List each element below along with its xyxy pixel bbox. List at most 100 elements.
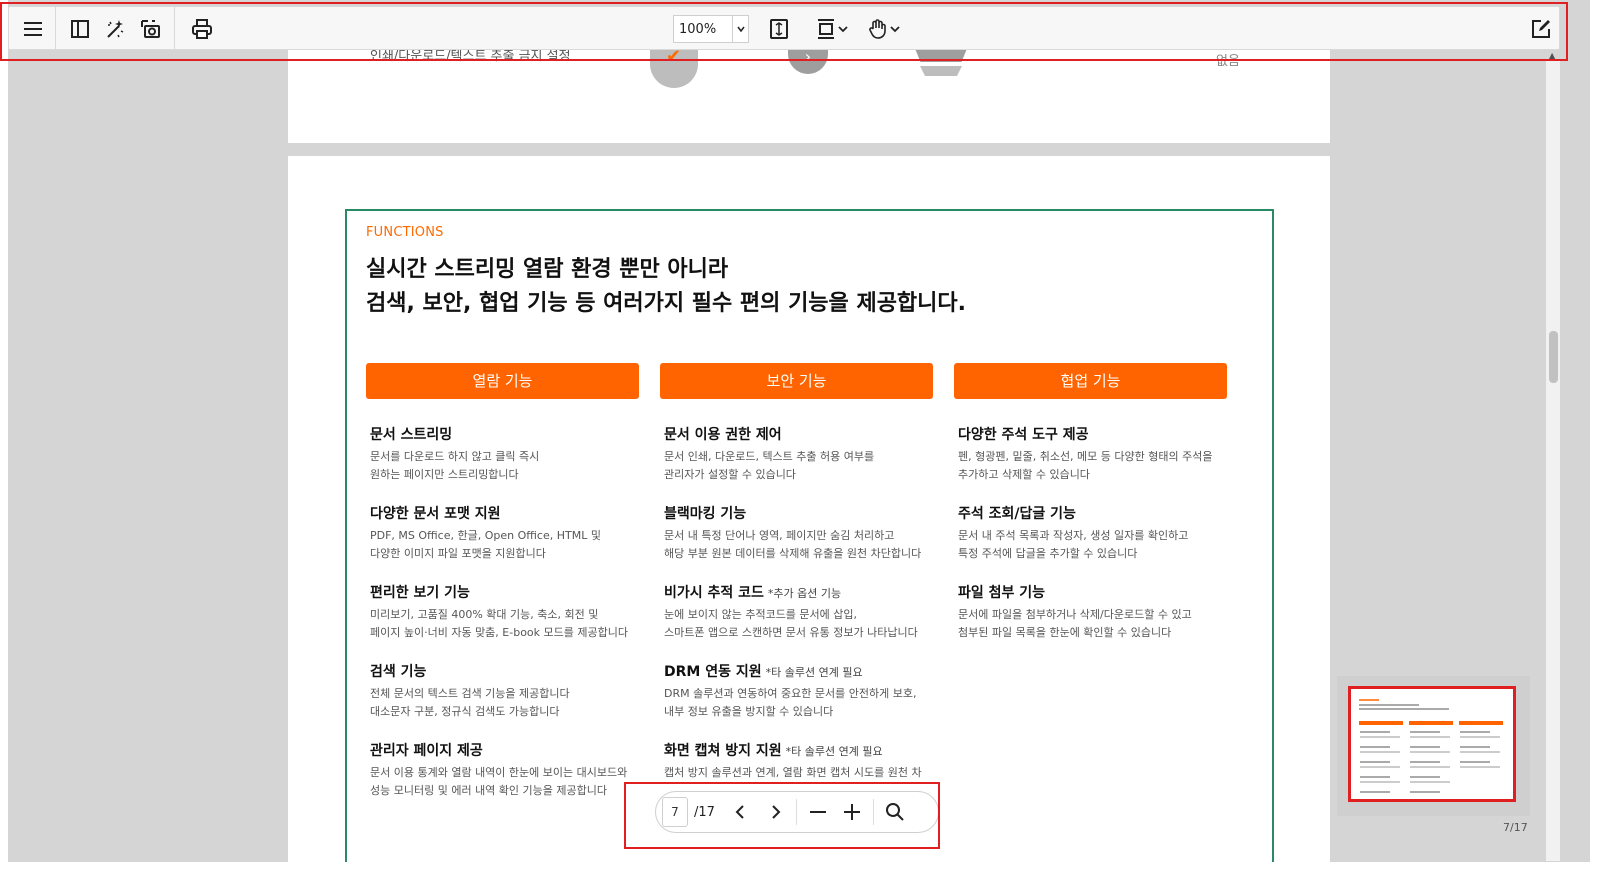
feature-title: 문서 스트리밍 bbox=[370, 424, 639, 444]
vertical-scrollbar[interactable] bbox=[1546, 61, 1560, 861]
previous-page-button[interactable] bbox=[724, 795, 758, 829]
edit-button[interactable] bbox=[1525, 13, 1557, 45]
divider bbox=[796, 799, 797, 825]
sidebar-toggle-button[interactable] bbox=[64, 13, 96, 45]
zoom-in-button[interactable] bbox=[835, 795, 869, 829]
feature-description-line: 문서 내 특정 단어나 영역, 페이지만 숨김 처리하고 bbox=[664, 529, 895, 542]
sidebar-panel-icon bbox=[71, 20, 89, 38]
feature-description: 문서에 파일을 첨부하거나 삭제/다운로드할 수 있고첨부된 파일 목록을 한눈… bbox=[958, 606, 1227, 642]
feature-description-line: 첨부된 파일 목록을 한눈에 확인할 수 있습니다 bbox=[958, 626, 1172, 639]
feature-title-text: 파일 첨부 기능 bbox=[958, 585, 1046, 601]
scroll-up-arrow-icon[interactable]: ▲ bbox=[1549, 51, 1555, 60]
fit-page-button[interactable] bbox=[763, 13, 795, 45]
column-security: 보안 기능 문서 이용 권한 제어문서 인쇄, 다운로드, 텍스트 추출 허용 … bbox=[660, 363, 933, 782]
chevron-down-icon bbox=[838, 26, 848, 33]
column-header: 보안 기능 bbox=[660, 363, 933, 399]
feature-title-text: 편리한 보기 기능 bbox=[370, 585, 470, 601]
feature-item: 주석 조회/답글 기능문서 내 주석 목록과 작성자, 생성 일자를 확인하고특… bbox=[958, 503, 1227, 563]
feature-title-text: 주석 조회/답글 기능 bbox=[958, 506, 1076, 522]
shield-check-icon: ✔ bbox=[650, 44, 698, 88]
feature-title: 화면 캡쳐 방지 지원 *타 솔루션 연계 필요 bbox=[664, 740, 933, 760]
feature-description: 문서를 다운로드 하지 않고 클릭 즉시 원하는 페이지만 스트리밍합니다 bbox=[370, 448, 639, 484]
feature-description: 문서 내 주석 목록과 작성자, 생성 일자를 확인하고특정 주석에 답글을 추… bbox=[958, 527, 1227, 563]
chevron-left-icon bbox=[735, 805, 744, 819]
feature-title: 편리한 보기 기능 bbox=[370, 582, 639, 602]
feature-item: 화면 캡쳐 방지 지원 *타 솔루션 연계 필요 캡처 방지 솔루션과 연계, 열람… bbox=[664, 740, 933, 782]
vertical-scroll-icon bbox=[818, 19, 834, 39]
feature-description-line: 문서 내 주석 목록과 작성자, 생성 일자를 확인하고 bbox=[958, 529, 1189, 542]
scrollbar-thumb[interactable] bbox=[1549, 331, 1558, 383]
search-icon bbox=[886, 803, 904, 821]
previous-page: 인쇄/다운로드/텍스트 추출 금지 설정 ✔ › 없음 bbox=[288, 40, 1330, 143]
section-label: FUNCTIONS bbox=[366, 225, 444, 240]
feature-description-line: 페이지 높이·너비 자동 맞춤, E-book 모드를 제공합니다 bbox=[370, 626, 628, 639]
print-button[interactable] bbox=[186, 13, 218, 45]
feature-description-line: 전체 문서의 텍스트 검색 기능을 제공합니다 bbox=[370, 687, 570, 700]
feature-description-line: 대소문자 구분, 정규식 검색도 가능합니다 bbox=[370, 705, 560, 718]
tray-icon bbox=[914, 46, 968, 78]
headline-line-2: 검색, 보안, 협업 기능 등 여러가지 필수 편의 기능을 제공합니다. bbox=[366, 291, 967, 316]
total-pages: /17 bbox=[694, 804, 715, 820]
feature-title-text: 문서 스트리밍 bbox=[370, 427, 453, 443]
page-number-input[interactable] bbox=[662, 797, 688, 827]
feature-description-line: 추가하고 삭제할 수 있습니다 bbox=[958, 468, 1090, 481]
feature-title: 비가시 추적 코드 *추가 옵션 기능 bbox=[664, 582, 933, 602]
chevron-down-icon[interactable] bbox=[732, 16, 748, 42]
search-button[interactable] bbox=[878, 795, 912, 829]
previous-page-right-text: 없음 bbox=[1216, 54, 1240, 69]
feature-title: 검색 기능 bbox=[370, 661, 639, 681]
zoom-value: 100% bbox=[679, 21, 717, 37]
feature-description: 눈에 보이지 않는 추적코드를 문서에 삽입, 스마트폰 앱으로 스캔하면 문서 … bbox=[664, 606, 933, 642]
hand-tool-button[interactable] bbox=[861, 13, 907, 45]
magic-wand-button[interactable] bbox=[99, 13, 131, 45]
divider bbox=[873, 799, 874, 825]
feature-description-line: 문서에 파일을 첨부하거나 삭제/다운로드할 수 있고 bbox=[958, 608, 1192, 621]
headline-line-1: 실시간 스트리밍 열람 환경 뿐만 아니라 bbox=[366, 257, 729, 282]
feature-description: 문서 인쇄, 다운로드, 텍스트 추출 허용 여부를 관리자가 설정할 수 있습니… bbox=[664, 448, 933, 484]
feature-title: 관리자 페이지 제공 bbox=[370, 740, 639, 760]
page-thumbnail[interactable] bbox=[1337, 676, 1530, 816]
feature-description-line: 특정 주석에 답글을 추가할 수 있습니다 bbox=[958, 547, 1138, 560]
top-toolbar: 100% bbox=[8, 6, 1560, 50]
chevron-right-icon bbox=[772, 805, 781, 819]
thumbnail-current-page[interactable] bbox=[1348, 686, 1516, 802]
feature-title-text: 블랙마킹 기능 bbox=[664, 506, 747, 522]
feature-item: DRM 연동 지원 *타 솔루션 연계 필요 DRM 솔루션과 연동하여 중요한 문… bbox=[664, 661, 933, 721]
feature-description-line: 해당 부분 원본 데이터를 삭제해 유출을 원천 차단합니다 bbox=[664, 547, 922, 560]
minus-icon bbox=[810, 811, 826, 813]
feature-description-line: 미리보기, 고품질 400% 확대 기능, 축소, 회전 및 bbox=[370, 608, 599, 621]
column-header: 열람 기능 bbox=[366, 363, 639, 399]
feature-description-line: 눈에 보이지 않는 추적코드를 문서에 삽입, bbox=[664, 608, 858, 621]
hamburger-menu-icon bbox=[24, 22, 42, 36]
menu-button[interactable] bbox=[17, 13, 49, 45]
scroll-mode-button[interactable] bbox=[809, 13, 855, 45]
feature-title: 문서 이용 권한 제어 bbox=[664, 424, 933, 444]
column-viewing: 열람 기능 문서 스트리밍문서를 다운로드 하지 않고 클릭 즉시 원하는 페이지… bbox=[366, 363, 639, 800]
feature-title-text: 문서 이용 권한 제어 bbox=[664, 427, 782, 443]
feature-title-text: 비가시 추적 코드 bbox=[664, 585, 764, 601]
zoom-select[interactable]: 100% bbox=[673, 15, 749, 43]
capture-button[interactable] bbox=[134, 13, 166, 45]
feature-title: 파일 첨부 기능 bbox=[958, 582, 1227, 602]
next-page-button[interactable] bbox=[758, 795, 792, 829]
magic-wand-icon bbox=[107, 20, 124, 38]
feature-description: 문서 내 특정 단어나 영역, 페이지만 숨김 처리하고해당 부분 원본 데이터… bbox=[664, 527, 933, 563]
feature-item: 편리한 보기 기능미리보기, 고품질 400% 확대 기능, 축소, 회전 및페… bbox=[370, 582, 639, 642]
feature-title-text: 다양한 주석 도구 제공 bbox=[958, 427, 1089, 443]
feature-description-line: 스마트폰 앱으로 스캔하면 문서 유통 정보가 나타납니다 bbox=[664, 626, 918, 639]
feature-title: 다양한 주석 도구 제공 bbox=[958, 424, 1227, 444]
feature-item: 문서 이용 권한 제어문서 인쇄, 다운로드, 텍스트 추출 허용 여부를 관리자… bbox=[664, 424, 933, 484]
feature-description: 펜, 형광펜, 밑줄, 취소선, 메모 등 다양한 형태의 주석을 추가하고 삭제… bbox=[958, 448, 1227, 484]
zoom-out-button[interactable] bbox=[801, 795, 835, 829]
column-header: 협업 기능 bbox=[954, 363, 1227, 399]
feature-title: 주석 조회/답글 기능 bbox=[958, 503, 1227, 523]
column-collaboration: 협업 기능 다양한 주석 도구 제공펜, 형광펜, 밑줄, 취소선, 메모 등 … bbox=[954, 363, 1227, 642]
chevron-down-icon bbox=[890, 26, 900, 33]
feature-item: 비가시 추적 코드 *추가 옵션 기능눈에 보이지 않는 추적코드를 문서에 삽입… bbox=[664, 582, 933, 642]
divider bbox=[174, 7, 175, 49]
feature-description: DRM 솔루션과 연동하여 중요한 문서를 안전하게 보호, 내부 정보 유출을 … bbox=[664, 685, 933, 721]
feature-item: 관리자 페이지 제공 문서 이용 통계와 열람 내역이 한눈에 보이는 대시보드와… bbox=[370, 740, 639, 800]
feature-title-text: 관리자 페이지 제공 bbox=[370, 743, 483, 759]
feature-item: 파일 첨부 기능문서에 파일을 첨부하거나 삭제/다운로드할 수 있고첨부된 파… bbox=[958, 582, 1227, 642]
feature-title-text: DRM 연동 지원 bbox=[664, 664, 762, 680]
